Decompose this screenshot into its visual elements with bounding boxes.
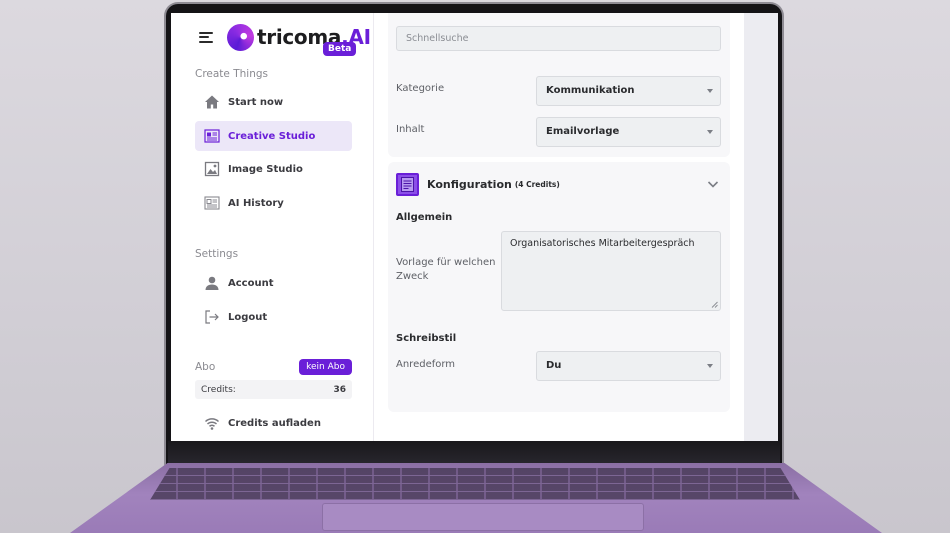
sidebar-item-label: Image Studio — [228, 163, 303, 175]
content-select[interactable]: Emailvorlage — [536, 117, 721, 147]
category-select[interactable]: Kommunikation — [536, 76, 721, 106]
subscription-badge[interactable]: kein Abo — [299, 359, 352, 375]
sidebar-item-label: Account — [228, 277, 274, 289]
logout-icon — [204, 309, 220, 325]
category-value: Kommunikation — [546, 85, 635, 96]
sidebar-item-start-now[interactable]: Start now — [195, 87, 352, 117]
create-things-title: Create Things — [195, 68, 269, 80]
sidebar-item-label: AI History — [228, 197, 284, 209]
laptop-trackpad — [322, 503, 644, 531]
sidebar-item-creative-studio[interactable]: Creative Studio — [195, 121, 352, 151]
credits-topup-button[interactable]: Credits aufladen — [195, 408, 352, 438]
history-document-icon — [204, 195, 220, 211]
hamburger-menu-icon[interactable] — [199, 31, 213, 43]
salutation-value: Du — [546, 360, 562, 371]
home-icon — [204, 94, 220, 110]
sidebar-item-label: Start now — [228, 96, 284, 108]
wifi-signal-icon — [204, 415, 220, 431]
sidebar-item-logout[interactable]: Logout — [195, 302, 352, 332]
general-section-title: Allgemein — [396, 212, 453, 223]
configuration-document-icon — [396, 173, 419, 196]
chevron-down-icon — [707, 89, 713, 93]
credits-topup-label: Credits aufladen — [228, 417, 321, 429]
category-label: Kategorie — [396, 83, 445, 94]
content-value: Emailvorlage — [546, 126, 620, 137]
configuration-header[interactable]: Konfiguration (4 Credits) — [396, 172, 722, 197]
purpose-value: Organisatorisches Mitarbeitergespräch — [510, 238, 695, 249]
credits-value: 36 — [333, 384, 346, 395]
beta-badge: Beta — [323, 42, 357, 56]
configuration-card: Konfiguration (4 Credits) Allgemein Vorl… — [388, 162, 730, 412]
abo-row: Abo kein Abo — [195, 359, 352, 375]
sidebar-item-label: Logout — [228, 311, 268, 323]
settings-title: Settings — [195, 248, 239, 260]
sidebar-item-ai-history[interactable]: AI History — [195, 188, 352, 218]
resize-handle-icon[interactable] — [711, 301, 718, 308]
chevron-down-icon — [707, 364, 713, 368]
laptop-keyboard-rows — [150, 468, 800, 500]
purpose-label: Vorlage für welchen Zweck — [396, 256, 495, 284]
purpose-label-line1: Vorlage für welchen — [396, 257, 496, 268]
laptop-screen: tricoma.AI Beta Create Things Start now … — [171, 13, 778, 441]
salutation-label: Anredeform — [396, 359, 456, 370]
sidebar-item-image-studio[interactable]: Image Studio — [195, 154, 352, 184]
purpose-textarea[interactable]: Organisatorisches Mitarbeitergespräch — [501, 231, 721, 311]
screen-right-gutter — [744, 13, 778, 441]
selection-card: Schnellsuche Kategorie Kommunikation Inh… — [388, 13, 730, 157]
document-icon — [204, 128, 220, 144]
credits-label: Credits: — [201, 384, 236, 395]
credits-box: Credits: 36 — [195, 380, 352, 399]
abo-label: Abo — [195, 361, 216, 373]
salutation-select[interactable]: Du — [536, 351, 721, 381]
logo-icon — [227, 23, 254, 51]
configuration-title: Konfiguration — [427, 178, 512, 191]
purpose-label-line2: Zweck — [396, 271, 429, 282]
sidebar: tricoma.AI Beta Create Things Start now … — [171, 13, 374, 441]
chevron-down-icon[interactable] — [707, 178, 719, 190]
user-icon — [204, 275, 220, 291]
image-icon — [204, 161, 220, 177]
app-window: tricoma.AI Beta Create Things Start now … — [171, 13, 744, 441]
chevron-down-icon — [707, 130, 713, 134]
configuration-credits: (4 Credits) — [514, 180, 560, 189]
content-label: Inhalt — [396, 124, 425, 135]
writing-style-section-title: Schreibstil — [396, 333, 457, 344]
main-content: Schnellsuche Kategorie Kommunikation Inh… — [374, 13, 744, 441]
sidebar-item-account[interactable]: Account — [195, 268, 352, 298]
sidebar-item-label: Creative Studio — [228, 130, 316, 142]
search-input[interactable]: Schnellsuche — [396, 26, 721, 51]
